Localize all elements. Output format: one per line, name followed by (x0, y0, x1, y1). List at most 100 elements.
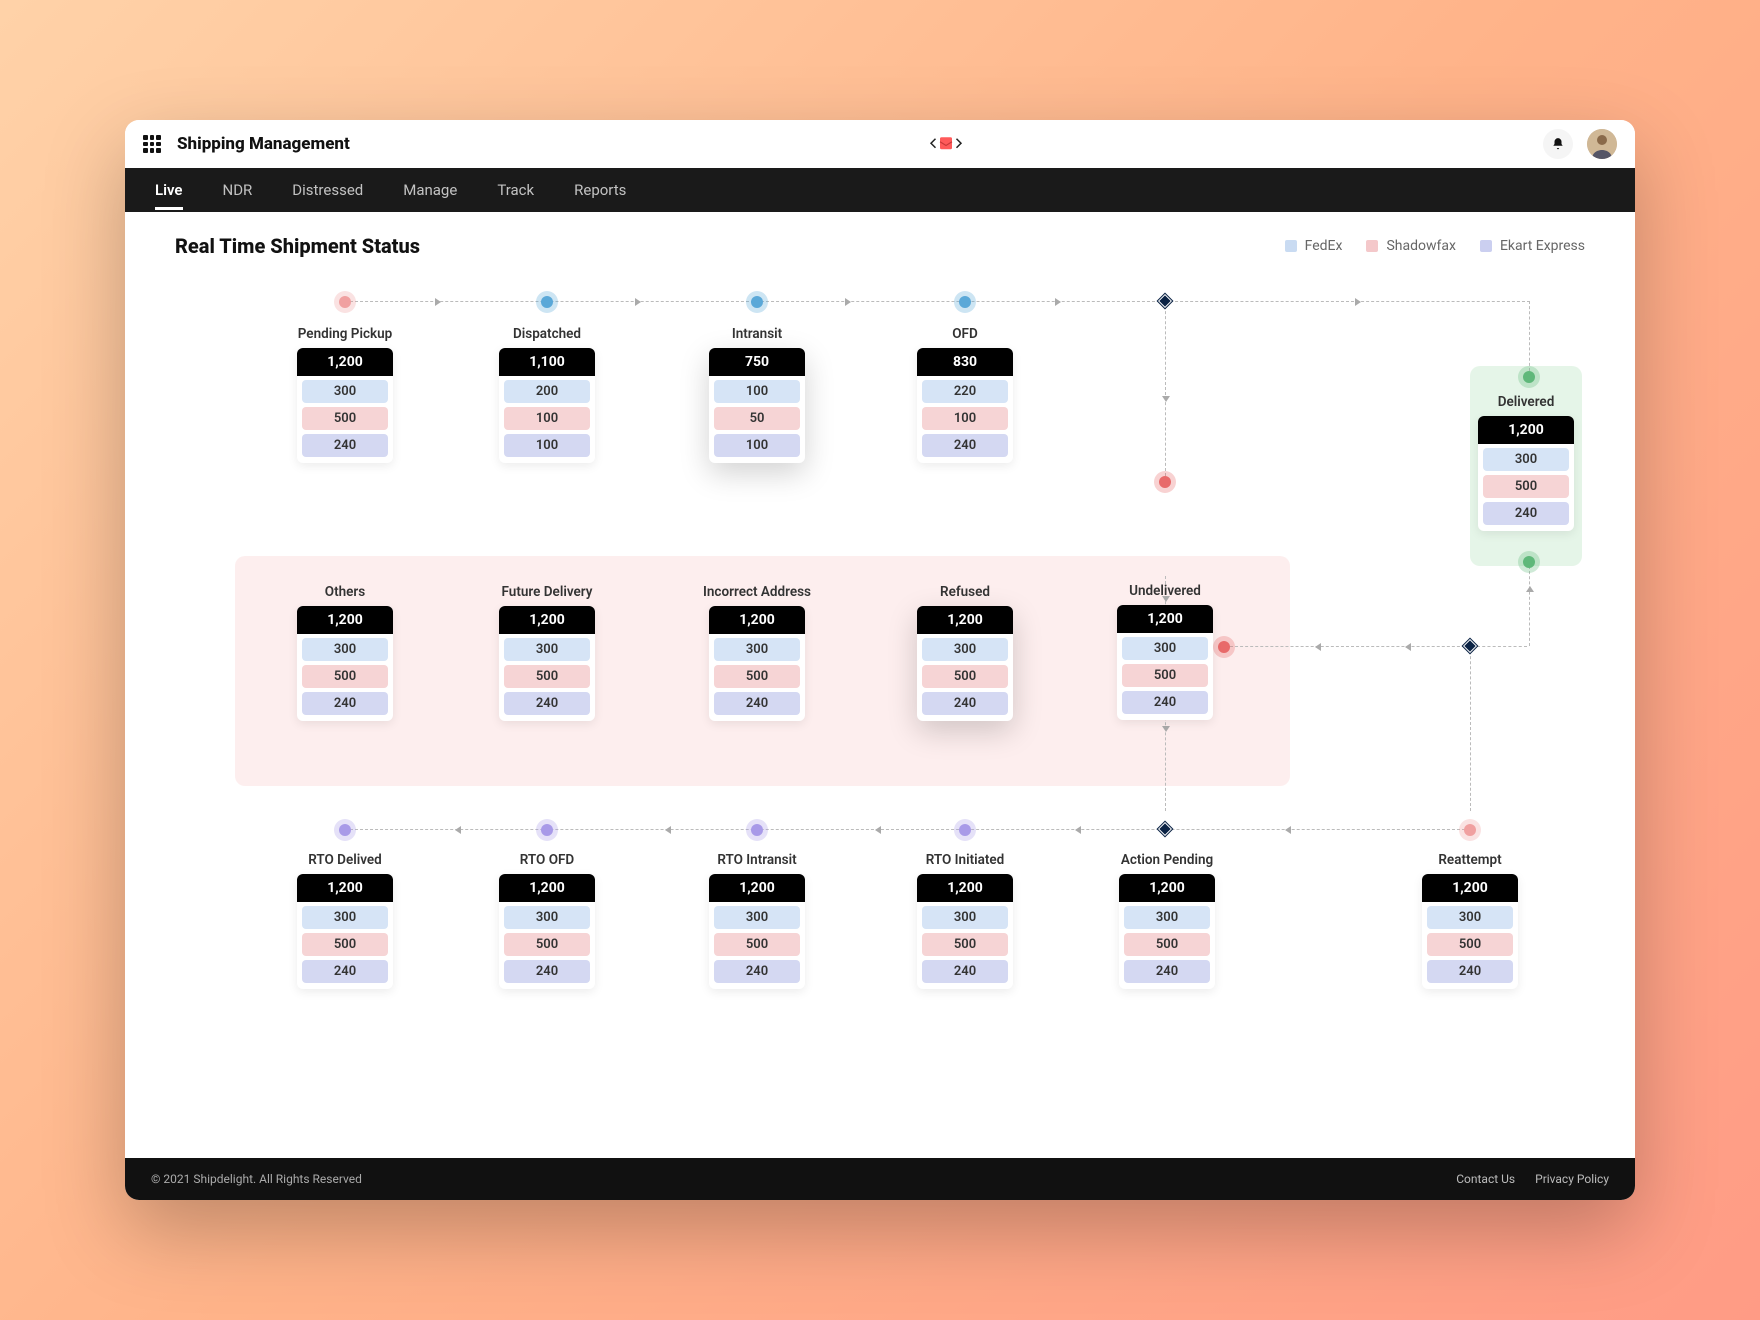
card-rto-intransit[interactable]: RTO Intransit1,200300500240 (709, 874, 805, 989)
node-delivered-out (1523, 556, 1535, 568)
card-chip: 240 (922, 692, 1008, 715)
nav-live[interactable]: Live (155, 170, 183, 210)
card-future-delivery[interactable]: Future Delivery1,200300500240 (499, 606, 595, 721)
legend: FedEx Shadowfax Ekart Express (1285, 238, 1585, 254)
nav-manage[interactable]: Manage (403, 170, 457, 210)
card-chip: 300 (714, 906, 800, 929)
arrow-icon (455, 826, 461, 834)
card-ofd[interactable]: OFD830220100240 (917, 348, 1013, 463)
card-total: 750 (709, 348, 805, 376)
card-total: 1,200 (1478, 416, 1574, 444)
card-label: Reattempt (1438, 852, 1501, 868)
arrow-icon (665, 826, 671, 834)
legend-fedex: FedEx (1285, 238, 1343, 254)
card-refused[interactable]: Refused1,200300500240 (917, 606, 1013, 721)
card-chip: 240 (302, 692, 388, 715)
card-chip: 50 (714, 407, 800, 430)
card-chip: 500 (714, 665, 800, 688)
arrow-icon (1315, 643, 1321, 651)
flow-line (1470, 646, 1471, 811)
card-dispatched[interactable]: Dispatched1,100200100100 (499, 348, 595, 463)
flow-line (1477, 646, 1527, 647)
card-chip: 240 (714, 692, 800, 715)
card-reattempt[interactable]: Reattempt1,200300500240 (1422, 874, 1518, 989)
card-chip: 300 (504, 906, 590, 929)
card-chip: 300 (302, 380, 388, 403)
nav-distressed[interactable]: Distressed (292, 170, 363, 210)
card-chip: 500 (504, 665, 590, 688)
card-total: 1,200 (1422, 874, 1518, 902)
card-others[interactable]: Others1,200300500240 (297, 606, 393, 721)
nav-ndr[interactable]: NDR (223, 170, 253, 210)
card-chip: 200 (504, 380, 590, 403)
card-undelivered[interactable]: Undelivered1,200300500240 (1117, 605, 1213, 720)
footer-contact-link[interactable]: Contact Us (1456, 1172, 1515, 1186)
nav-reports[interactable]: Reports (574, 170, 626, 210)
legend-fedex-label: FedEx (1305, 238, 1343, 254)
legend-shadowfax-label: Shadowfax (1386, 238, 1455, 254)
user-avatar[interactable] (1587, 129, 1617, 159)
card-chip: 240 (1483, 502, 1569, 525)
card-action-pending[interactable]: Action Pending1,200300500240 (1119, 874, 1215, 989)
apps-grid-icon[interactable] (143, 135, 161, 153)
card-rto-ofd[interactable]: RTO OFD1,200300500240 (499, 874, 595, 989)
card-label: Action Pending (1121, 852, 1213, 868)
flow-board: Pending Pickup1,200300500240 Dispatched1… (175, 276, 1585, 1056)
card-rto-initiated[interactable]: RTO Initiated1,200300500240 (917, 874, 1013, 989)
card-chip: 240 (1122, 691, 1208, 714)
card-chip: 240 (1124, 960, 1210, 983)
flow-line (1529, 566, 1530, 646)
arrow-icon (1285, 826, 1291, 834)
card-chip: 500 (504, 933, 590, 956)
content: Real Time Shipment Status FedEx Shadowfa… (125, 212, 1635, 1158)
card-delivered[interactable]: Delivered1,200300500240 (1478, 416, 1574, 531)
legend-ekart: Ekart Express (1480, 238, 1585, 254)
topbar-center (350, 132, 1543, 156)
footer-copyright: © 2021 Shipdelight. All Rights Reserved (151, 1172, 362, 1186)
card-chip: 500 (1427, 933, 1513, 956)
node-rto-ofd (541, 824, 553, 836)
nav-track[interactable]: Track (497, 170, 534, 210)
notifications-button[interactable] (1543, 129, 1573, 159)
card-incorrect-address[interactable]: Incorrect Address1,200300500240 (709, 606, 805, 721)
card-chip: 500 (922, 933, 1008, 956)
arrow-icon (1405, 643, 1411, 651)
arrow-icon (1075, 826, 1081, 834)
card-total: 1,200 (709, 606, 805, 634)
card-chip: 100 (504, 434, 590, 457)
app-title: Shipping Management (177, 134, 350, 154)
legend-shadowfax-swatch (1366, 240, 1378, 252)
card-chip: 220 (922, 380, 1008, 403)
card-total: 1,200 (709, 874, 805, 902)
card-label: Pending Pickup (298, 326, 393, 342)
arrow-icon (1055, 298, 1061, 306)
topbar: Shipping Management (125, 120, 1635, 168)
content-header: Real Time Shipment Status FedEx Shadowfa… (175, 234, 1585, 258)
section-title: Real Time Shipment Status (175, 234, 420, 258)
decision-node (1158, 294, 1172, 308)
card-chip: 240 (302, 434, 388, 457)
arrow-icon (875, 826, 881, 834)
card-total: 1,200 (917, 874, 1013, 902)
card-pending-pickup[interactable]: Pending Pickup1,200300500240 (297, 348, 393, 463)
card-total: 1,200 (499, 874, 595, 902)
node-rto-initiated (959, 824, 971, 836)
card-intransit[interactable]: Intransit75010050100 (709, 348, 805, 463)
card-chip: 240 (922, 434, 1008, 457)
card-chip: 300 (1427, 906, 1513, 929)
card-label: Future Delivery (502, 584, 593, 600)
card-rto-delived[interactable]: RTO Delived1,200300500240 (297, 874, 393, 989)
node-rto-intransit (751, 824, 763, 836)
card-label: RTO OFD (520, 852, 574, 868)
card-chip: 100 (922, 407, 1008, 430)
node-undelivered-out (1218, 641, 1230, 653)
card-label: OFD (952, 326, 978, 342)
bell-icon (1551, 137, 1565, 151)
card-total: 1,200 (297, 874, 393, 902)
footer-privacy-link[interactable]: Privacy Policy (1535, 1172, 1609, 1186)
node-dispatched (541, 296, 553, 308)
card-label: RTO Initiated (926, 852, 1005, 868)
main-nav: Live NDR Distressed Manage Track Reports (125, 168, 1635, 212)
flow-line (350, 829, 1470, 830)
node-reattempt (1464, 824, 1476, 836)
